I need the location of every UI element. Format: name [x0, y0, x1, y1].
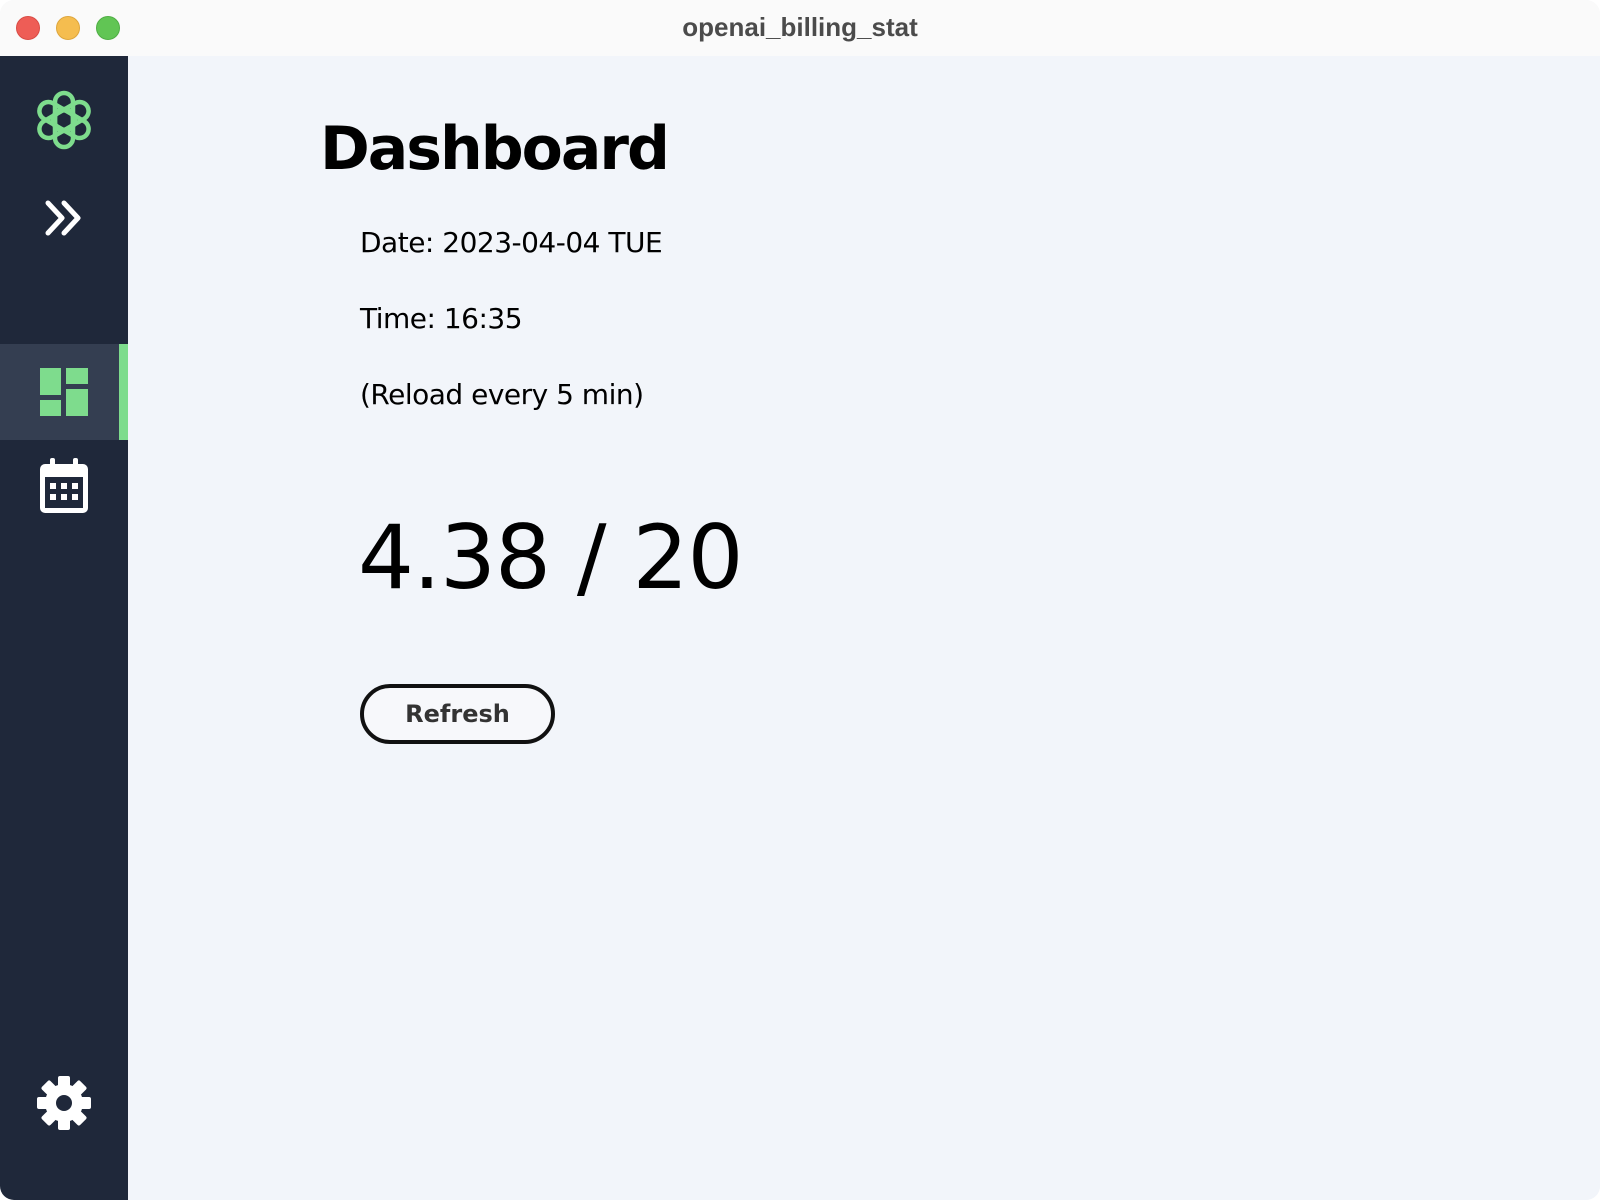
expand-chevrons-icon: [45, 200, 81, 236]
sidebar-item-dashboard[interactable]: [0, 344, 128, 440]
time-text: Time: 16:35: [360, 302, 523, 335]
usage-used: 4.38: [358, 506, 551, 609]
app-window: openai_billing_stat Dashboard Date: 2023…: [0, 0, 1600, 1200]
sidebar: [0, 56, 128, 1200]
window-title: openai_billing_stat: [682, 12, 918, 42]
date-text: Date: 2023-04-04 TUE: [360, 226, 663, 259]
sidebar-item-calendar[interactable]: [0, 450, 128, 522]
usage-limit: 20: [632, 506, 744, 609]
calendar-icon: [40, 458, 88, 513]
main-content: Dashboard Date: 2023-04-04 TUE Time: 16:…: [128, 56, 1600, 1200]
refresh-button[interactable]: Refresh: [360, 684, 555, 744]
settings-button[interactable]: [0, 1066, 128, 1140]
openai-logo-icon: [37, 90, 91, 150]
openai-logo: [0, 78, 128, 162]
dashboard-icon: [40, 368, 88, 416]
title-bar[interactable]: openai_billing_stat: [0, 0, 1600, 57]
gear-icon: [37, 1076, 91, 1130]
page-title: Dashboard: [320, 114, 670, 184]
usage-separator: /: [549, 506, 633, 609]
expand-sidebar-button[interactable]: [0, 186, 128, 250]
usage-display: 4.38 / 20: [358, 506, 744, 609]
reload-note: (Reload every 5 min): [360, 378, 644, 411]
